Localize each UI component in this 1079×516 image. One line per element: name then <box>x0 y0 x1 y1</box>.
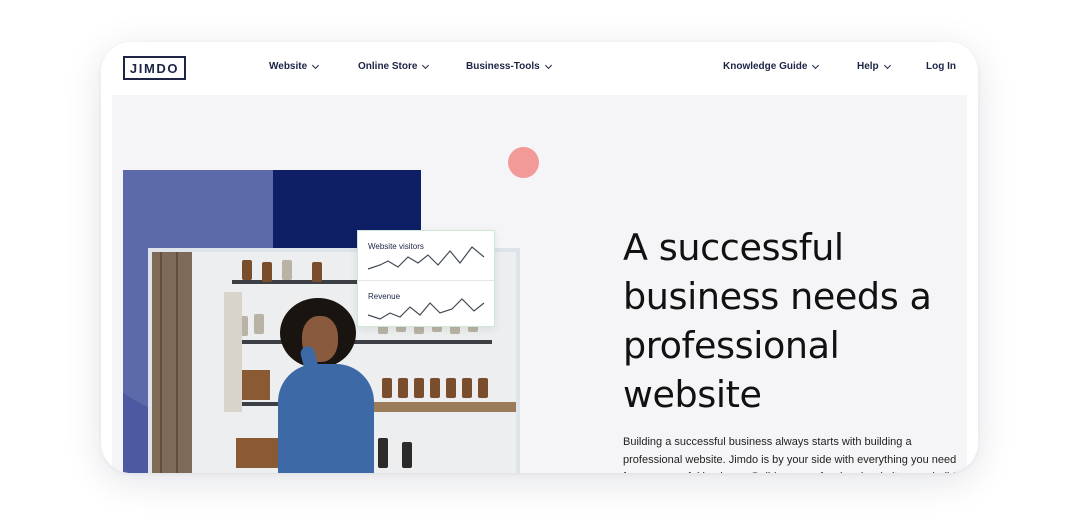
headline-line: website <box>623 373 762 416</box>
stats-card: Website visitors Revenue <box>357 230 495 327</box>
nav-business-tools[interactable]: Business-Tools <box>466 61 552 72</box>
chevron-down-icon <box>883 61 891 69</box>
top-navigation: JIMDO Website Online Store Business-Tool… <box>101 42 978 95</box>
chevron-down-icon <box>312 61 320 69</box>
nav-online-store[interactable]: Online Store <box>358 61 430 72</box>
nav-business-tools-label: Business-Tools <box>466 61 540 72</box>
revenue-sparkline <box>367 298 485 320</box>
chevron-down-icon <box>422 61 430 69</box>
nav-website[interactable]: Website <box>269 61 320 72</box>
headline-line: business needs a <box>623 275 932 318</box>
headline-line: professional <box>623 324 840 367</box>
decorative-pink-dot <box>508 147 539 178</box>
hero-description: Building a successful business always st… <box>623 436 957 473</box>
nav-website-label: Website <box>269 61 308 72</box>
nav-knowledge-guide-label: Knowledge Guide <box>723 61 808 72</box>
chevron-down-icon <box>544 61 552 69</box>
nav-help-label: Help <box>857 61 879 72</box>
jimdo-logo[interactable]: JIMDO <box>123 56 186 80</box>
headline-line: A successful <box>623 226 844 269</box>
chevron-down-icon <box>812 61 820 69</box>
login-link[interactable]: Log In <box>926 61 956 72</box>
browser-frame: JIMDO Website Online Store Business-Tool… <box>101 42 978 473</box>
nav-online-store-label: Online Store <box>358 61 418 72</box>
nav-help[interactable]: Help <box>857 61 891 72</box>
nav-knowledge-guide[interactable]: Knowledge Guide <box>723 61 820 72</box>
hero-headline: A successful business needs a profession… <box>623 223 953 419</box>
visitors-sparkline <box>367 246 485 270</box>
